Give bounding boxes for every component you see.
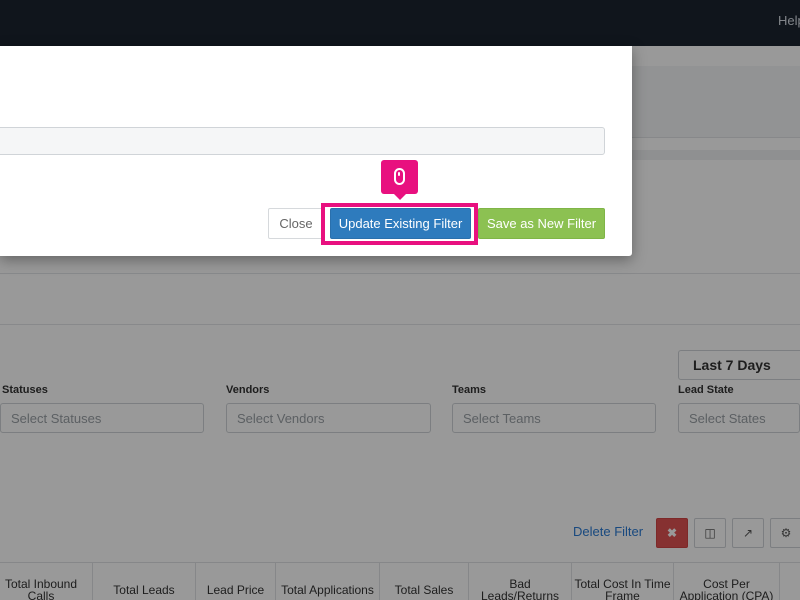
- filter-name-input[interactable]: [0, 127, 605, 155]
- save-filter-modal: Close Update Existing Filter Save as New…: [0, 46, 632, 256]
- click-indicator: [381, 160, 418, 200]
- mouse-icon: [394, 168, 405, 185]
- click-highlight: [321, 203, 478, 245]
- save-as-new-filter-button[interactable]: Save as New Filter: [478, 208, 605, 239]
- close-button[interactable]: Close: [268, 208, 324, 239]
